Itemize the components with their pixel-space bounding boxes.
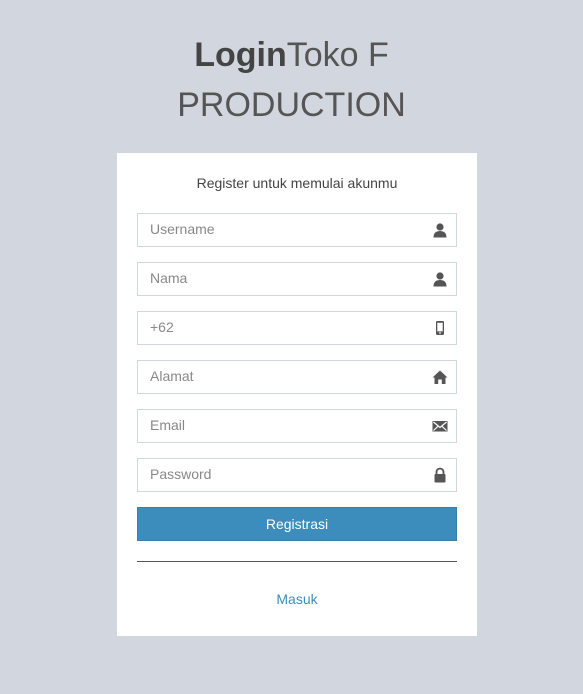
phone-icon — [436, 321, 444, 335]
register-message: Register untuk memulai akunmu — [196, 175, 398, 191]
user-icon — [433, 223, 447, 238]
register-button[interactable]: Registrasi — [137, 507, 457, 541]
lock-icon — [434, 467, 446, 483]
page-title: LoginToko F PRODUCTION — [0, 30, 583, 130]
nama-field — [137, 262, 457, 296]
alamat-input[interactable] — [138, 361, 432, 391]
divider — [137, 561, 457, 562]
title-line2: PRODUCTION — [177, 86, 406, 124]
alamat-field — [137, 360, 457, 394]
nama-input[interactable] — [138, 263, 432, 293]
register-box: Register untuk memulai akunmu Username N… — [117, 153, 477, 636]
username-field — [137, 213, 457, 247]
title-bold: Login — [194, 36, 287, 74]
password-field — [137, 458, 457, 492]
username-input[interactable] — [138, 214, 432, 244]
phone-field — [137, 311, 457, 345]
phone-input[interactable] — [138, 312, 432, 342]
password-input[interactable] — [138, 459, 432, 489]
envelope-icon — [432, 421, 448, 432]
title-light: Toko F — [286, 36, 389, 74]
home-icon — [432, 370, 448, 384]
login-link[interactable]: Masuk — [117, 591, 477, 607]
user-icon — [433, 272, 447, 287]
email-input[interactable] — [138, 410, 432, 440]
email-field — [137, 409, 457, 443]
